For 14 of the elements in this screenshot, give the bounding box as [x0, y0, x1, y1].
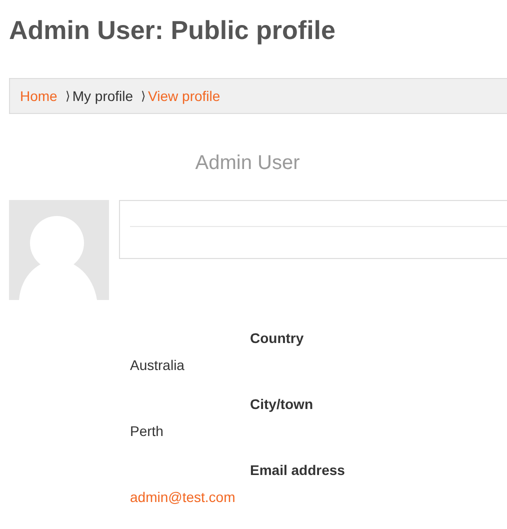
breadcrumb-link[interactable]: View profile [148, 86, 220, 106]
separator-icon: ⟩ [65, 87, 70, 105]
field-label: City/town [250, 396, 313, 412]
user-name: Admin User [195, 151, 300, 176]
email-link[interactable]: admin@test.com [130, 489, 236, 505]
breadcrumb-link[interactable]: Home [20, 86, 58, 106]
field-value: Australia [130, 357, 184, 373]
avatar-icon [9, 200, 109, 300]
field-label: Country [250, 330, 304, 346]
page-title: Admin User: Public profile [9, 14, 336, 47]
separator-icon: ⟩ [141, 87, 146, 105]
field-value: Perth [130, 423, 164, 439]
field-label: Email address [250, 462, 345, 478]
breadcrumb-item: My profile [72, 86, 134, 106]
